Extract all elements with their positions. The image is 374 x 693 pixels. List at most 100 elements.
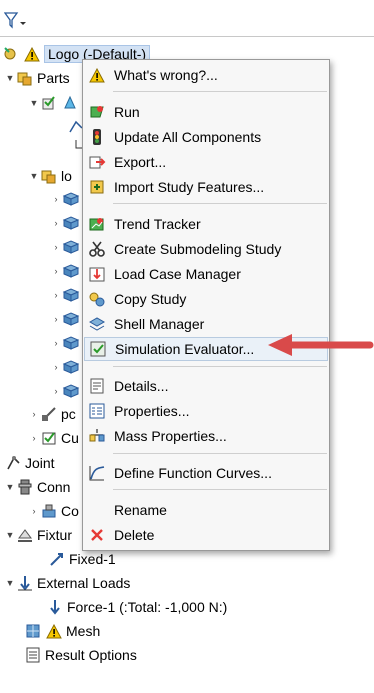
solid-body-icon — [62, 358, 80, 376]
collapse-arrow-icon[interactable]: › — [50, 217, 62, 229]
tree-result-options-row[interactable]: Result Options — [24, 644, 137, 666]
tree-connections-row[interactable]: ▼ Conn — [4, 476, 71, 498]
menu-separator — [113, 489, 327, 490]
tree-force-row[interactable]: Force-1 (:Total: -1,000 N:) — [46, 596, 227, 618]
collapse-arrow-icon[interactable]: › — [50, 385, 62, 397]
fixed-geometry-icon — [48, 550, 66, 568]
tree-contact-row[interactable]: › Co — [28, 500, 79, 522]
contact-icon — [40, 502, 58, 520]
tree-force-label: Force-1 (:Total: -1,000 N:) — [67, 599, 228, 615]
collapse-arrow-icon[interactable]: › — [50, 241, 62, 253]
menu-item-label: Update All Components — [114, 129, 262, 145]
filter-icon[interactable] — [3, 12, 28, 33]
tree-body-row[interactable]: › — [50, 356, 83, 378]
collapse-arrow-icon[interactable]: › — [50, 289, 62, 301]
solid-body-icon — [62, 262, 80, 280]
collapse-arrow-icon[interactable]: › — [28, 505, 40, 517]
menu-item-trend-tracker[interactable]: Trend Tracker — [84, 212, 328, 236]
warning-icon — [23, 45, 41, 63]
result-options-icon — [24, 646, 42, 664]
menu-item-load-case-manager[interactable]: Load Case Manager — [84, 262, 328, 286]
warning-icon — [45, 622, 63, 640]
menu-item-label: Mass Properties... — [114, 428, 227, 444]
tree-parts-row[interactable]: ▼ Parts — [4, 67, 70, 89]
expand-arrow-icon[interactable]: ▼ — [4, 72, 16, 84]
collapse-arrow-icon[interactable]: › — [28, 432, 40, 444]
function-curve-icon — [84, 464, 110, 482]
menu-item-label: What's wrong?... — [114, 67, 218, 83]
menu-item-create-submodeling-study[interactable]: Create Submodeling Study — [84, 237, 328, 261]
expand-arrow-icon[interactable]: ▼ — [4, 577, 16, 589]
collapse-arrow-icon[interactable]: › — [50, 193, 62, 205]
expand-arrow-icon[interactable]: ▼ — [4, 529, 16, 541]
menu-item-properties[interactable]: Properties... — [84, 399, 328, 423]
import-study-icon — [84, 178, 110, 196]
menu-item-label: Copy Study — [114, 291, 187, 307]
tree-joint-row[interactable]: Joint — [4, 452, 55, 474]
tree-fixtures-label: Fixtur — [37, 527, 72, 543]
menu-item-label: Properties... — [114, 403, 190, 419]
context-menu: What's wrong?... Run Update All Componen… — [82, 59, 330, 551]
mesh-icon — [24, 622, 42, 640]
solid-body-icon — [62, 190, 80, 208]
menu-item-label: Delete — [114, 527, 155, 543]
expand-arrow-icon[interactable]: ▼ — [28, 97, 40, 109]
tree-pc-row[interactable]: › pc — [28, 403, 76, 425]
collapse-arrow-icon[interactable]: › — [50, 361, 62, 373]
menu-item-export[interactable]: Export... — [84, 150, 328, 174]
tree-body-row[interactable]: › — [50, 260, 83, 282]
menu-separator — [113, 366, 327, 367]
trend-tracker-icon — [84, 215, 110, 233]
parts-icon — [16, 69, 34, 87]
menu-item-rename[interactable]: Rename — [84, 498, 328, 522]
tree-part-row[interactable]: ▼ — [28, 92, 82, 114]
copy-study-icon — [84, 290, 110, 308]
menu-item-mass-properties[interactable]: Mass Properties... — [84, 424, 328, 448]
delete-icon — [84, 527, 110, 543]
tree-fixtures-row[interactable]: ▼ Fixtur — [4, 524, 72, 546]
menu-item-details[interactable]: Details... — [84, 374, 328, 398]
solid-body-icon — [62, 238, 80, 256]
expand-arrow-icon[interactable]: ▼ — [4, 481, 16, 493]
solid-body-icon — [62, 286, 80, 304]
tree-body-row[interactable]: › — [50, 236, 83, 258]
menu-item-import-study-features[interactable]: Import Study Features... — [84, 175, 328, 199]
probe-icon — [40, 405, 58, 423]
tree-connections-label: Conn — [37, 479, 71, 495]
tree-pc-label: pc — [61, 406, 76, 422]
tree-body-row[interactable]: › — [50, 212, 83, 234]
menu-item-copy-study[interactable]: Copy Study — [84, 287, 328, 311]
collapse-arrow-icon[interactable]: › — [50, 313, 62, 325]
menu-item-delete[interactable]: Delete — [84, 523, 328, 547]
collapse-arrow-icon[interactable]: › — [50, 265, 62, 277]
expand-arrow-icon[interactable]: ▼ — [28, 170, 40, 182]
tree-fixed-label: Fixed-1 — [69, 551, 116, 567]
menu-item-label: Trend Tracker — [114, 216, 201, 232]
tree-cu-row[interactable]: › Cu — [28, 427, 79, 449]
collapse-arrow-icon[interactable]: › — [28, 408, 40, 420]
tree-body-row[interactable]: › — [50, 284, 83, 306]
tree-result-options-label: Result Options — [45, 647, 137, 663]
menu-item-label: Load Case Manager — [114, 266, 241, 282]
tree-body-row[interactable]: › — [50, 332, 83, 354]
menu-separator — [113, 453, 327, 454]
annotation-arrow-icon — [264, 333, 374, 360]
menu-item-update-all-components[interactable]: Update All Components — [84, 125, 328, 149]
tree-mesh-row[interactable]: Mesh — [24, 620, 100, 642]
menu-item-label: Create Submodeling Study — [114, 241, 282, 257]
menu-item-label: Details... — [114, 378, 169, 394]
scissors-icon — [84, 240, 110, 258]
menu-item-whats-wrong[interactable]: What's wrong?... — [84, 63, 328, 87]
force-arrow-icon — [46, 598, 64, 616]
tree-fixed-row[interactable]: Fixed-1 — [48, 548, 116, 570]
tree-body-row[interactable]: › — [50, 380, 83, 402]
menu-item-define-function-curves[interactable]: Define Function Curves... — [84, 461, 328, 485]
study-icon — [2, 45, 20, 63]
tree-body-row[interactable]: › — [50, 308, 83, 330]
solid-body-icon — [62, 382, 80, 400]
tree-solid-body-folder-row[interactable]: ▼ lo — [28, 165, 72, 187]
tree-external-loads-row[interactable]: ▼ External Loads — [4, 572, 131, 594]
collapse-arrow-icon[interactable]: › — [50, 337, 62, 349]
tree-body-row[interactable]: › — [50, 188, 83, 210]
menu-item-run[interactable]: Run — [84, 100, 328, 124]
